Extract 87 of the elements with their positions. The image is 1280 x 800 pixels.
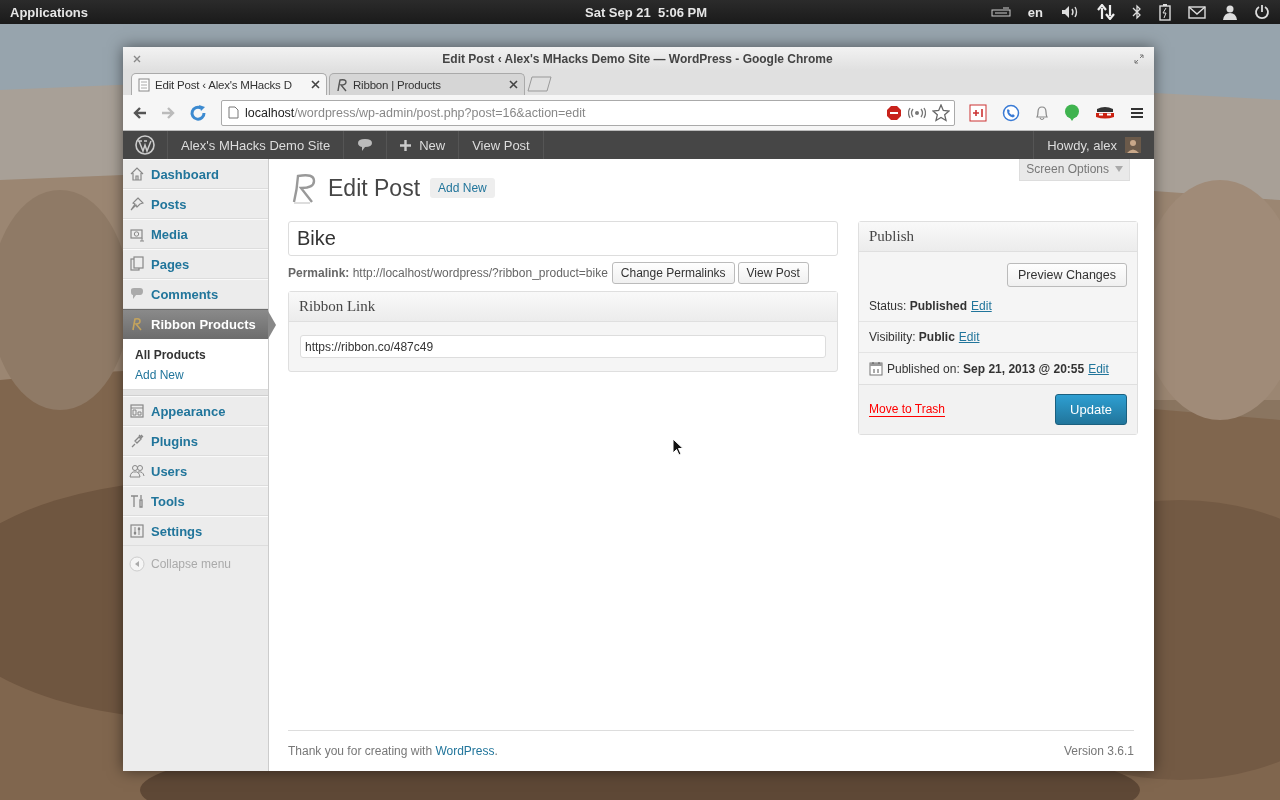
sidebar-item[interactable]: Media <box>123 219 268 249</box>
sidebar-item[interactable]: Users <box>123 456 268 486</box>
edit-link[interactable]: Edit <box>1088 361 1109 376</box>
close-icon[interactable] <box>133 54 141 63</box>
back-icon[interactable] <box>133 105 147 120</box>
wordpress-link[interactable]: WordPress <box>435 744 495 758</box>
mail-icon[interactable] <box>1188 5 1206 19</box>
preview-changes-button[interactable]: Preview Changes <box>1007 263 1127 287</box>
publish-detail: Status: Published <box>869 299 968 313</box>
publish-detail: Visibility: Public <box>869 330 955 344</box>
stop-sign-icon[interactable] <box>886 104 902 121</box>
battery-icon[interactable] <box>1159 3 1171 21</box>
close-tab-icon[interactable] <box>311 80 320 89</box>
people-icon <box>129 463 145 479</box>
sidebar-item[interactable]: Plugins <box>123 426 268 456</box>
speech-bubble-icon <box>357 138 374 152</box>
sliders-icon <box>129 523 145 539</box>
clock[interactable]: Sat Sep 21 5:06 PM <box>585 4 708 20</box>
submenu-item[interactable]: Add New <box>123 365 268 385</box>
version-text: Version 3.6.1 <box>1063 744 1134 758</box>
mask-icon[interactable] <box>1095 105 1115 120</box>
new-button[interactable]: New <box>387 131 460 159</box>
plus-one-icon[interactable] <box>969 103 987 122</box>
page-title: Edit Post <box>328 174 421 202</box>
box-title: Publish <box>859 222 1137 252</box>
wordpress-logo-icon <box>135 135 155 155</box>
edit-link[interactable]: Edit <box>971 299 992 313</box>
move-to-trash-link[interactable]: Move to Trash <box>869 402 946 417</box>
update-button[interactable]: Update <box>1055 394 1127 425</box>
r-logo-icon <box>129 316 145 332</box>
calendar-icon <box>869 361 883 376</box>
permalink-button[interactable]: Change Permalinks <box>611 262 735 284</box>
box-title: Ribbon Link <box>289 292 837 322</box>
pages-icon <box>129 256 145 272</box>
address-bar[interactable]: localhost/wordpress/wp-admin/post.php?post=16&action=edit <box>221 99 955 126</box>
pin-icon <box>129 196 145 212</box>
footer-text: Thank you for creating with WordPress. <box>288 744 498 758</box>
title-field[interactable]: Bike <box>288 221 838 256</box>
keyboard-layout[interactable]: en <box>1027 4 1043 20</box>
edit-link[interactable]: Edit <box>958 330 980 344</box>
sidebar-item[interactable]: Dashboard <box>123 159 268 189</box>
current-pointer-icon <box>268 311 276 339</box>
browser-tab[interactable]: Ribbon | Products <box>329 73 525 95</box>
permalink-text: Permalink: http://localhost/wordpress/?ribbon_product=bike <box>288 266 608 280</box>
applications-menu[interactable]: Applications <box>10 4 88 20</box>
browser-tab[interactable]: Edit Post ‹ Alex's MHacks D <box>131 73 327 95</box>
sidebar-item[interactable]: Posts <box>123 189 268 219</box>
avatar-icon <box>1125 137 1141 153</box>
site-name-link[interactable]: Alex's MHacks Demo Site <box>168 131 345 159</box>
house-icon <box>129 166 145 182</box>
reload-icon[interactable] <box>189 103 207 122</box>
bluetooth-icon[interactable] <box>1132 4 1142 20</box>
publish-detail: Published on: Sep 21, 2013 @ 20:55 <box>887 361 1085 376</box>
sidebar-item[interactable]: Tools <box>123 486 268 516</box>
add-new-button[interactable]: Add New <box>430 178 495 198</box>
plus-icon <box>400 139 412 151</box>
close-tab-icon[interactable] <box>509 80 518 89</box>
mouse-cursor-icon <box>672 438 684 456</box>
layout-icon <box>129 403 145 419</box>
sidebar-item[interactable]: Appearance <box>123 396 268 426</box>
r-logo-icon <box>336 77 348 92</box>
camera-icon <box>129 226 145 242</box>
menu-icon[interactable] <box>1130 106 1144 119</box>
volume-icon[interactable] <box>1060 5 1080 19</box>
sidebar-item[interactable]: Settings <box>123 516 268 546</box>
document-icon <box>138 77 150 92</box>
permalink-button[interactable]: View Post <box>737 262 809 284</box>
page-icon <box>228 106 239 119</box>
broadcast-icon[interactable] <box>908 106 926 119</box>
keyboard-icon[interactable] <box>990 7 1011 17</box>
maximize-icon[interactable] <box>1134 53 1144 64</box>
phone-bubble-icon[interactable] <box>1002 103 1020 122</box>
user-icon[interactable] <box>1223 4 1237 20</box>
sidebar-item[interactable]: Pages <box>123 249 268 279</box>
url-text: localhost/wordpress/wp-admin/post.php?post=16&action=edit <box>245 105 587 120</box>
view-post-link[interactable]: View Post <box>459 131 544 159</box>
caret-icon <box>1115 166 1123 172</box>
link-field[interactable]: https://ribbon.co/487c49 <box>300 335 826 358</box>
power-icon[interactable] <box>1254 4 1270 20</box>
bell-icon[interactable] <box>1035 104 1049 121</box>
submenu-item[interactable]: All Products <box>123 345 268 365</box>
tools-icon <box>129 493 145 509</box>
window-title: Edit Post ‹ Alex's MHacks Demo Site — WordPress - Google Chrome <box>442 51 833 66</box>
star-icon[interactable] <box>932 103 950 122</box>
network-arrows-icon[interactable] <box>1097 4 1115 20</box>
plug-icon <box>129 433 145 449</box>
screen-options-tab[interactable]: Screen Options <box>1019 159 1130 181</box>
